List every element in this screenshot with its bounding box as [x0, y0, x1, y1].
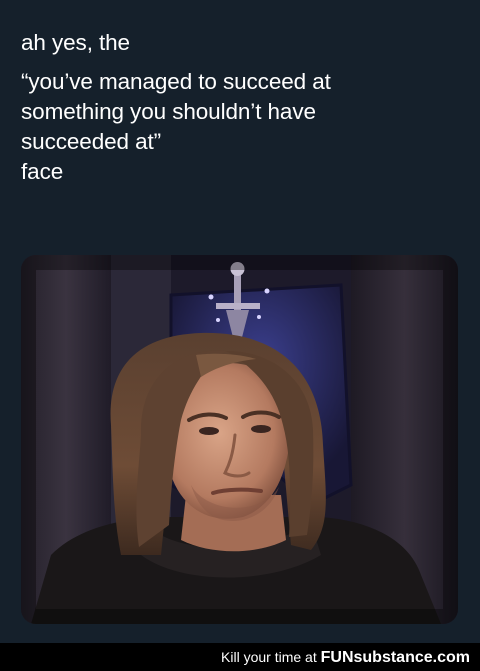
tweet-media-image[interactable]	[21, 255, 458, 624]
person-photo	[21, 255, 458, 624]
tweet-line-4: succeeded at”	[21, 129, 162, 154]
watermark-text: Kill your time at FUNsubstance.com	[221, 648, 470, 667]
tweet-line-5: face	[21, 159, 64, 184]
tweet-line-3: something you shouldn’t have	[21, 99, 316, 124]
watermark-brand: FUNsubstance.com	[320, 649, 470, 666]
tweet-line-2: “you’ve managed to succeed at	[21, 69, 331, 94]
watermark-tagline: Kill your time at	[221, 649, 317, 665]
tweet-text: ah yes, the “you’ve managed to succeed a…	[21, 28, 461, 187]
tweet-line-1: ah yes, the	[21, 30, 130, 55]
watermark-footer: Kill your time at FUNsubstance.com	[0, 643, 480, 671]
